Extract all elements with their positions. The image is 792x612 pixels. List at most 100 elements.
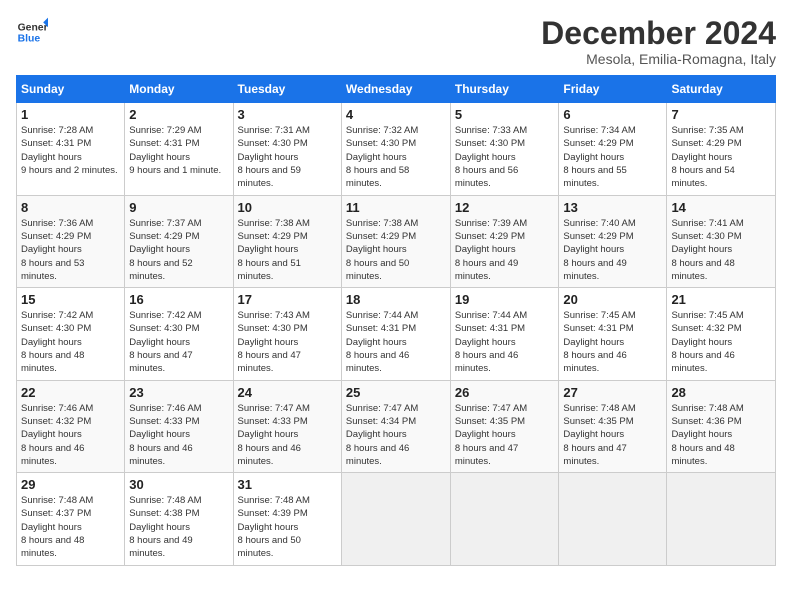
day-number: 28 (671, 385, 771, 400)
day-info: Sunrise: 7:44 AM Sunset: 4:31 PM Dayligh… (455, 309, 555, 375)
day-info: Sunrise: 7:38 AM Sunset: 4:29 PM Dayligh… (238, 217, 337, 283)
day-info: Sunrise: 7:48 AM Sunset: 4:37 PM Dayligh… (21, 494, 120, 560)
calendar-cell (667, 473, 776, 565)
calendar-cell: 23 Sunrise: 7:46 AM Sunset: 4:33 PM Dayl… (125, 380, 233, 472)
calendar-week-row: 22 Sunrise: 7:46 AM Sunset: 4:32 PM Dayl… (17, 380, 776, 472)
day-number: 8 (21, 200, 120, 215)
day-info: Sunrise: 7:33 AM Sunset: 4:30 PM Dayligh… (455, 124, 555, 190)
day-number: 12 (455, 200, 555, 215)
svg-text:General: General (18, 22, 48, 33)
day-info: Sunrise: 7:46 AM Sunset: 4:32 PM Dayligh… (21, 402, 120, 468)
day-number: 26 (455, 385, 555, 400)
day-number: 5 (455, 107, 555, 122)
logo: General Blue (16, 16, 48, 48)
day-number: 10 (238, 200, 337, 215)
day-number: 21 (671, 292, 771, 307)
day-number: 27 (563, 385, 662, 400)
calendar-cell: 24 Sunrise: 7:47 AM Sunset: 4:33 PM Dayl… (233, 380, 341, 472)
month-title: December 2024 (541, 16, 776, 51)
day-number: 13 (563, 200, 662, 215)
location-subtitle: Mesola, Emilia-Romagna, Italy (541, 51, 776, 67)
calendar-cell: 25 Sunrise: 7:47 AM Sunset: 4:34 PM Dayl… (341, 380, 450, 472)
calendar-cell: 1 Sunrise: 7:28 AM Sunset: 4:31 PM Dayli… (17, 103, 125, 195)
day-number: 15 (21, 292, 120, 307)
day-number: 29 (21, 477, 120, 492)
logo-icon: General Blue (16, 16, 48, 48)
calendar-cell: 5 Sunrise: 7:33 AM Sunset: 4:30 PM Dayli… (450, 103, 559, 195)
calendar-cell: 8 Sunrise: 7:36 AM Sunset: 4:29 PM Dayli… (17, 195, 125, 287)
weekday-header-row: Sunday Monday Tuesday Wednesday Thursday… (17, 76, 776, 103)
day-number: 23 (129, 385, 228, 400)
header-friday: Friday (559, 76, 667, 103)
calendar-week-row: 1 Sunrise: 7:28 AM Sunset: 4:31 PM Dayli… (17, 103, 776, 195)
header-sunday: Sunday (17, 76, 125, 103)
calendar-cell: 17 Sunrise: 7:43 AM Sunset: 4:30 PM Dayl… (233, 288, 341, 380)
day-info: Sunrise: 7:42 AM Sunset: 4:30 PM Dayligh… (129, 309, 228, 375)
calendar-cell: 15 Sunrise: 7:42 AM Sunset: 4:30 PM Dayl… (17, 288, 125, 380)
day-number: 14 (671, 200, 771, 215)
calendar-cell: 27 Sunrise: 7:48 AM Sunset: 4:35 PM Dayl… (559, 380, 667, 472)
day-info: Sunrise: 7:35 AM Sunset: 4:29 PM Dayligh… (671, 124, 771, 190)
day-info: Sunrise: 7:38 AM Sunset: 4:29 PM Dayligh… (346, 217, 446, 283)
svg-text:Blue: Blue (18, 34, 41, 45)
day-number: 30 (129, 477, 228, 492)
calendar-cell (559, 473, 667, 565)
day-info: Sunrise: 7:31 AM Sunset: 4:30 PM Dayligh… (238, 124, 337, 190)
calendar-cell: 9 Sunrise: 7:37 AM Sunset: 4:29 PM Dayli… (125, 195, 233, 287)
calendar-cell: 29 Sunrise: 7:48 AM Sunset: 4:37 PM Dayl… (17, 473, 125, 565)
calendar-cell: 18 Sunrise: 7:44 AM Sunset: 4:31 PM Dayl… (341, 288, 450, 380)
calendar-week-row: 29 Sunrise: 7:48 AM Sunset: 4:37 PM Dayl… (17, 473, 776, 565)
day-number: 31 (238, 477, 337, 492)
day-info: Sunrise: 7:42 AM Sunset: 4:30 PM Dayligh… (21, 309, 120, 375)
day-number: 7 (671, 107, 771, 122)
day-info: Sunrise: 7:29 AM Sunset: 4:31 PM Dayligh… (129, 124, 228, 177)
day-info: Sunrise: 7:47 AM Sunset: 4:34 PM Dayligh… (346, 402, 446, 468)
day-number: 6 (563, 107, 662, 122)
calendar-week-row: 8 Sunrise: 7:36 AM Sunset: 4:29 PM Dayli… (17, 195, 776, 287)
day-info: Sunrise: 7:44 AM Sunset: 4:31 PM Dayligh… (346, 309, 446, 375)
day-number: 19 (455, 292, 555, 307)
header-thursday: Thursday (450, 76, 559, 103)
day-number: 18 (346, 292, 446, 307)
day-info: Sunrise: 7:32 AM Sunset: 4:30 PM Dayligh… (346, 124, 446, 190)
header: General Blue December 2024 Mesola, Emili… (16, 16, 776, 67)
day-info: Sunrise: 7:36 AM Sunset: 4:29 PM Dayligh… (21, 217, 120, 283)
day-number: 4 (346, 107, 446, 122)
header-wednesday: Wednesday (341, 76, 450, 103)
day-info: Sunrise: 7:28 AM Sunset: 4:31 PM Dayligh… (21, 124, 120, 177)
day-info: Sunrise: 7:47 AM Sunset: 4:35 PM Dayligh… (455, 402, 555, 468)
title-area: December 2024 Mesola, Emilia-Romagna, It… (541, 16, 776, 67)
day-info: Sunrise: 7:45 AM Sunset: 4:32 PM Dayligh… (671, 309, 771, 375)
header-saturday: Saturday (667, 76, 776, 103)
calendar-cell: 21 Sunrise: 7:45 AM Sunset: 4:32 PM Dayl… (667, 288, 776, 380)
calendar-cell: 2 Sunrise: 7:29 AM Sunset: 4:31 PM Dayli… (125, 103, 233, 195)
day-info: Sunrise: 7:43 AM Sunset: 4:30 PM Dayligh… (238, 309, 337, 375)
calendar-cell: 19 Sunrise: 7:44 AM Sunset: 4:31 PM Dayl… (450, 288, 559, 380)
day-info: Sunrise: 7:41 AM Sunset: 4:30 PM Dayligh… (671, 217, 771, 283)
day-number: 25 (346, 385, 446, 400)
calendar-cell: 7 Sunrise: 7:35 AM Sunset: 4:29 PM Dayli… (667, 103, 776, 195)
calendar-cell: 6 Sunrise: 7:34 AM Sunset: 4:29 PM Dayli… (559, 103, 667, 195)
day-info: Sunrise: 7:45 AM Sunset: 4:31 PM Dayligh… (563, 309, 662, 375)
day-number: 16 (129, 292, 228, 307)
day-info: Sunrise: 7:34 AM Sunset: 4:29 PM Dayligh… (563, 124, 662, 190)
calendar-cell: 3 Sunrise: 7:31 AM Sunset: 4:30 PM Dayli… (233, 103, 341, 195)
day-info: Sunrise: 7:37 AM Sunset: 4:29 PM Dayligh… (129, 217, 228, 283)
header-monday: Monday (125, 76, 233, 103)
day-number: 24 (238, 385, 337, 400)
day-number: 3 (238, 107, 337, 122)
calendar-cell: 11 Sunrise: 7:38 AM Sunset: 4:29 PM Dayl… (341, 195, 450, 287)
day-number: 9 (129, 200, 228, 215)
calendar-cell: 20 Sunrise: 7:45 AM Sunset: 4:31 PM Dayl… (559, 288, 667, 380)
calendar-cell (450, 473, 559, 565)
header-tuesday: Tuesday (233, 76, 341, 103)
day-info: Sunrise: 7:39 AM Sunset: 4:29 PM Dayligh… (455, 217, 555, 283)
calendar-cell (341, 473, 450, 565)
day-info: Sunrise: 7:48 AM Sunset: 4:39 PM Dayligh… (238, 494, 337, 560)
day-number: 11 (346, 200, 446, 215)
calendar-cell: 10 Sunrise: 7:38 AM Sunset: 4:29 PM Dayl… (233, 195, 341, 287)
calendar-week-row: 15 Sunrise: 7:42 AM Sunset: 4:30 PM Dayl… (17, 288, 776, 380)
calendar-table: Sunday Monday Tuesday Wednesday Thursday… (16, 75, 776, 565)
calendar-cell: 13 Sunrise: 7:40 AM Sunset: 4:29 PM Dayl… (559, 195, 667, 287)
day-info: Sunrise: 7:48 AM Sunset: 4:38 PM Dayligh… (129, 494, 228, 560)
